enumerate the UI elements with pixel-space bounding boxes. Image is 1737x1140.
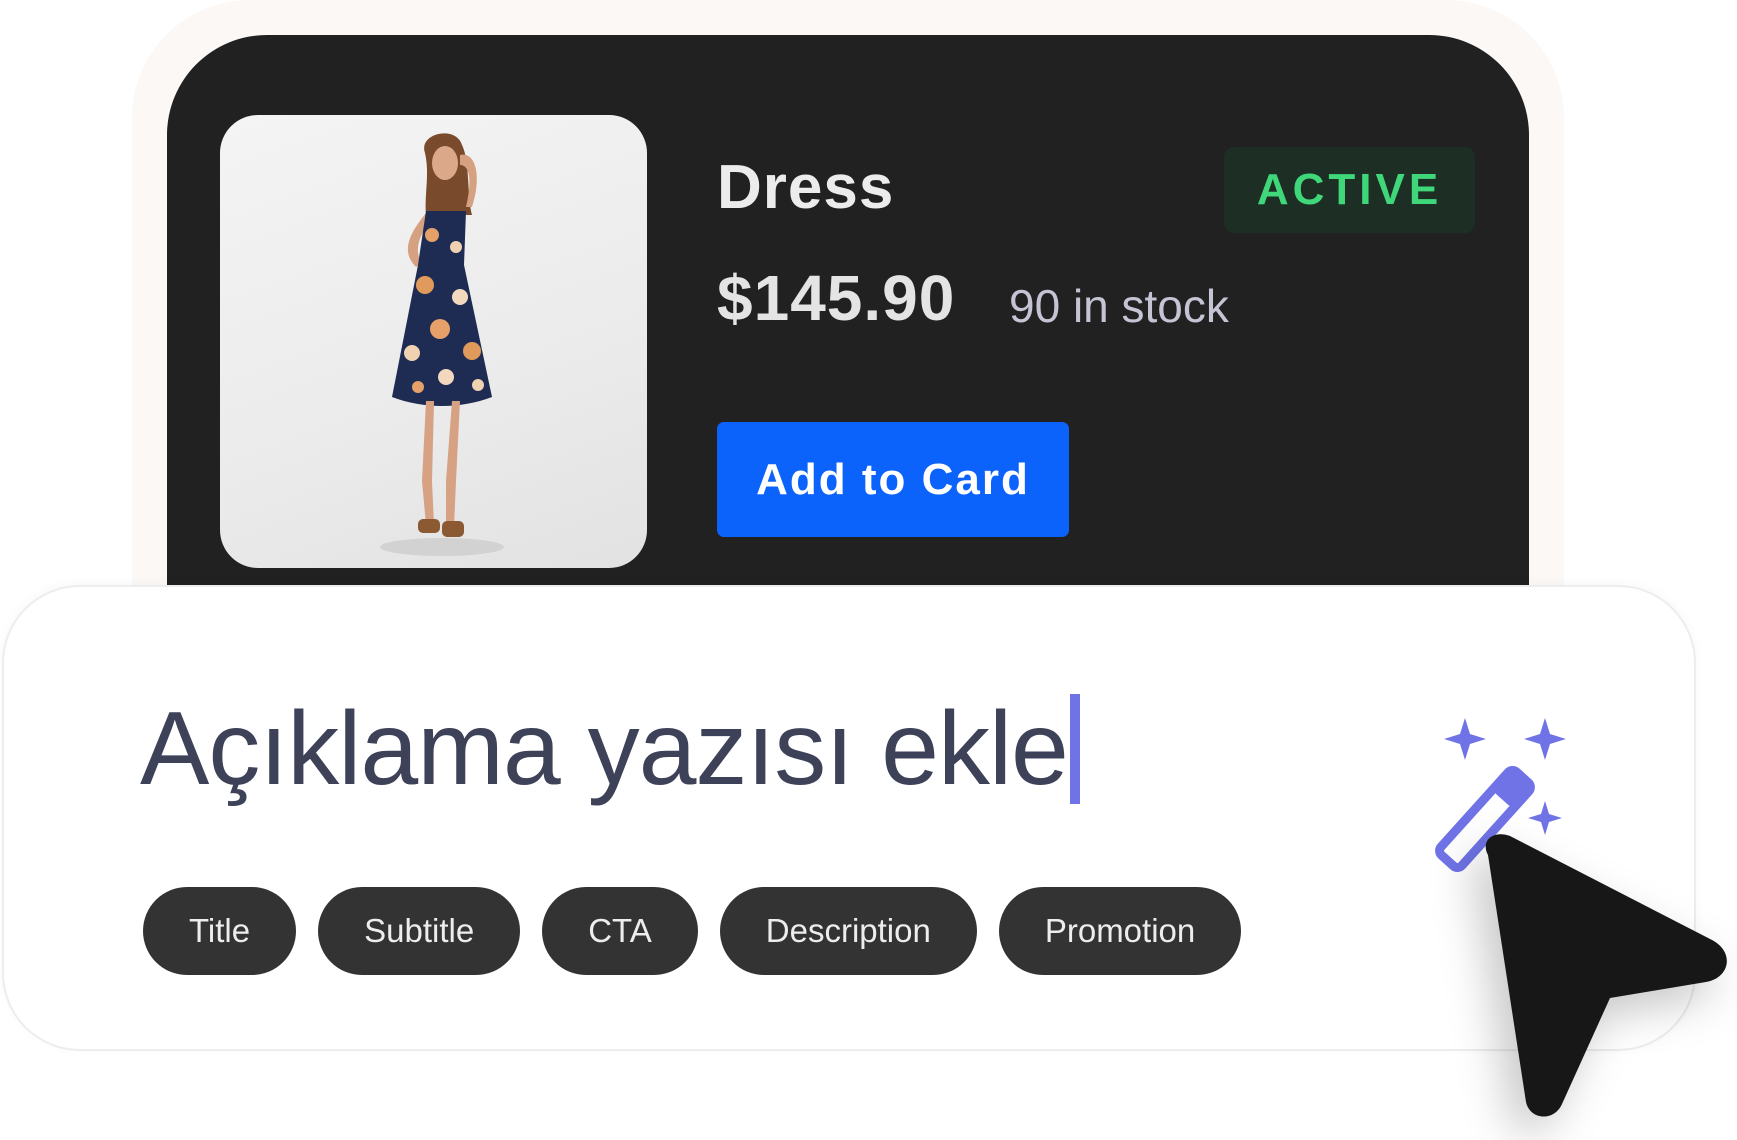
status-badge: ACTIVE [1224,147,1475,233]
description-input-value: Açıklama yazısı ekle [140,690,1069,807]
add-to-card-button[interactable]: Add to Card [717,422,1069,537]
product-card: Dress ACTIVE $145.90 90 in stock Add to … [167,35,1529,675]
product-image [220,115,647,568]
chip-cta[interactable]: CTA [542,887,698,975]
dress-photo-icon [380,133,504,556]
product-price: $145.90 [717,262,956,334]
chip-promotion[interactable]: Promotion [998,887,1242,975]
chip-title[interactable]: Title [143,887,297,975]
mouse-pointer-icon [1485,834,1727,1117]
text-caret [1069,694,1080,804]
app-stage: Dress ACTIVE $145.90 90 in stock Add to … [0,0,1737,1140]
suggestion-chips: Title Subtitle CTA Description Promotion [143,887,1242,975]
chip-description[interactable]: Description [719,887,977,975]
stock-count: 90 in stock [1009,280,1229,332]
description-input[interactable]: Açıklama yazısı ekle [140,689,1080,809]
product-title: Dress [717,153,895,222]
chip-subtitle[interactable]: Subtitle [318,887,521,975]
